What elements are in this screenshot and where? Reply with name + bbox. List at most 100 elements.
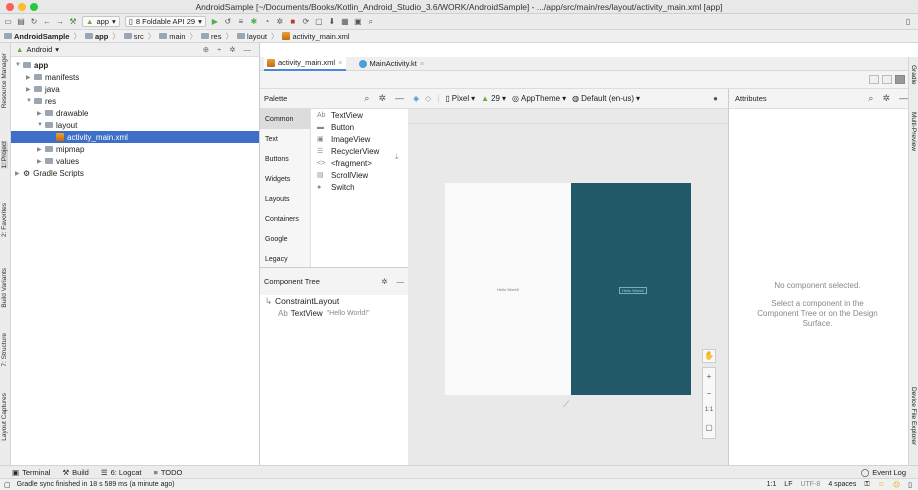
collapse-all-icon[interactable]: ÷: [217, 45, 221, 54]
apply-code-changes-icon[interactable]: ≡: [237, 17, 245, 26]
gear-icon[interactable]: ✲: [229, 45, 235, 54]
design-canvas[interactable]: Hello World! Hello World! ⟋ ✋ + − 1:1 ▢: [408, 109, 728, 465]
tree-item[interactable]: ▼ layout: [11, 119, 259, 131]
blueprint-preview[interactable]: Hello World!: [571, 183, 691, 395]
design-preview[interactable]: Hello World!: [445, 183, 571, 395]
locate-icon[interactable]: ⊕: [203, 45, 209, 54]
chevron-right-icon[interactable]: ▶: [15, 170, 23, 177]
tool-tab-structure[interactable]: 7: Structure: [1, 333, 8, 367]
zoom-actual-button[interactable]: 1:1: [703, 402, 715, 419]
run-config-select[interactable]: ▲ app ▾: [82, 16, 120, 27]
chevron-right-icon[interactable]: ▶: [37, 158, 45, 165]
hide-icon[interactable]: —: [899, 93, 908, 104]
palette-category[interactable]: Buttons: [260, 149, 310, 169]
tool-tab-terminal[interactable]: ▣ Terminal: [12, 468, 50, 477]
close-icon[interactable]: ×: [420, 59, 424, 68]
build-hammer-icon[interactable]: ⚒: [69, 17, 77, 26]
hello-world-text[interactable]: Hello World!: [445, 287, 571, 292]
debug-icon[interactable]: ✱: [250, 17, 258, 26]
more-icon[interactable]: ▯: [904, 17, 912, 26]
open-folder-icon[interactable]: ▭: [4, 17, 12, 26]
palette-item[interactable]: Ab TextView: [311, 109, 408, 121]
breadcrumb-item-src[interactable]: src: [123, 32, 144, 41]
search-icon[interactable]: ⌕: [868, 93, 873, 104]
attach-debugger-icon[interactable]: ✲: [276, 17, 284, 26]
tree-item[interactable]: activity_main.xml: [11, 131, 259, 143]
tool-tab-project[interactable]: 1: Project: [1, 141, 8, 169]
breadcrumb-item-layout[interactable]: layout: [236, 32, 267, 41]
info-icon[interactable]: ●: [713, 94, 718, 103]
breadcrumb-item-file[interactable]: activity_main.xml: [282, 32, 350, 41]
chevron-down-icon[interactable]: ▼: [15, 62, 23, 68]
design-view-icon[interactable]: [895, 75, 905, 84]
breadcrumb-item-res[interactable]: res: [201, 32, 221, 41]
palette-item[interactable]: ▬ Button: [311, 121, 408, 133]
apply-changes-icon[interactable]: ↺: [224, 17, 232, 26]
code-view-icon[interactable]: [869, 75, 879, 84]
indent-setting[interactable]: 4 spaces: [828, 481, 856, 488]
palette-item[interactable]: ▤ ScrollView: [311, 169, 408, 181]
blueprint-icon[interactable]: ◇: [425, 94, 431, 103]
api-dropdown[interactable]: ▲ 29 ▾: [481, 94, 506, 103]
back-icon[interactable]: ←: [43, 17, 51, 26]
design-surface-icon[interactable]: ◈: [413, 94, 419, 103]
tree-node-textview[interactable]: Ab TextView "Hello World!": [260, 307, 408, 319]
stop-icon[interactable]: ■: [289, 17, 297, 26]
locale-dropdown[interactable]: ◍ Default (en-us) ▾: [572, 94, 640, 103]
project-view-select[interactable]: Android: [26, 45, 52, 54]
breadcrumb-item-app[interactable]: app: [84, 32, 108, 41]
chevron-right-icon[interactable]: ▶: [37, 110, 45, 117]
avd-manager-icon[interactable]: ▢: [315, 17, 323, 26]
memory-icon[interactable]: ▯: [908, 481, 912, 489]
search-icon[interactable]: ⌕: [364, 93, 369, 104]
palette-category[interactable]: Containers: [260, 209, 310, 229]
tree-node-constraint-layout[interactable]: ↳ ConstraintLayout: [260, 295, 408, 307]
hide-icon[interactable]: —: [395, 93, 404, 104]
palette-category[interactable]: Legacy: [260, 249, 310, 269]
tool-tab-build[interactable]: ⚒ Build: [62, 468, 88, 477]
tab-main-activity-kt[interactable]: MainActivity.kt ×: [356, 57, 428, 71]
gradle-sync-icon[interactable]: ⟳: [302, 17, 310, 26]
smiley-icon[interactable]: ☺: [878, 481, 885, 488]
hide-icon[interactable]: —: [244, 45, 252, 54]
theme-dropdown[interactable]: ◎ AppTheme ▾: [512, 94, 566, 103]
close-icon[interactable]: ×: [338, 58, 342, 67]
chevron-right-icon[interactable]: ▶: [26, 86, 34, 93]
device-select[interactable]: ▯ 8 Foldable API 29 ▾: [124, 16, 206, 27]
tree-item[interactable]: ▼ res: [11, 95, 259, 107]
tool-tab-build-variants[interactable]: Build Variants: [1, 268, 8, 308]
project-structure-icon[interactable]: ▦: [341, 17, 349, 26]
chevron-down-icon[interactable]: ▼: [26, 98, 34, 104]
chevron-right-icon[interactable]: ▶: [37, 146, 45, 153]
hide-icon[interactable]: —: [397, 277, 405, 286]
tree-item[interactable]: ▶ ⚙ Gradle Scripts: [11, 167, 259, 179]
breadcrumb-item-main[interactable]: main: [159, 32, 186, 41]
gear-icon[interactable]: ✲: [381, 277, 387, 286]
caret-position[interactable]: 1:1: [767, 481, 777, 488]
tab-activity-main-xml[interactable]: activity_main.xml ×: [264, 56, 346, 71]
layout-inspector-icon[interactable]: ▣: [354, 17, 362, 26]
forward-icon[interactable]: →: [56, 17, 64, 26]
hello-world-blueprint[interactable]: Hello World!: [619, 287, 647, 294]
chevron-right-icon[interactable]: ▶: [26, 74, 34, 81]
resize-handle-icon[interactable]: ⟋: [563, 399, 569, 410]
sad-face-icon[interactable]: ☹: [893, 481, 900, 489]
palette-category[interactable]: Widgets: [260, 169, 310, 189]
zoom-fit-icon[interactable]: ▢: [703, 419, 715, 436]
tool-tab-event-log[interactable]: ◯ Event Log: [861, 468, 906, 477]
palette-item[interactable]: ▣ ImageView: [311, 133, 408, 145]
gear-icon[interactable]: ✲: [882, 93, 890, 104]
status-message[interactable]: Gradle sync finished in 18 s 589 ms (a m…: [17, 481, 175, 488]
tree-item[interactable]: ▶ drawable: [11, 107, 259, 119]
tree-item[interactable]: ▶ values: [11, 155, 259, 167]
palette-item[interactable]: ☰ RecyclerView: [311, 145, 408, 157]
zoom-out-icon[interactable]: −: [703, 385, 715, 402]
profile-icon[interactable]: ◔: [263, 17, 271, 26]
tree-item[interactable]: ▶ manifests: [11, 71, 259, 83]
gear-icon[interactable]: ✲: [378, 93, 386, 104]
palette-item[interactable]: ● Switch: [311, 181, 408, 193]
palette-category[interactable]: Common: [260, 109, 310, 129]
status-panel-icon[interactable]: ▢: [4, 481, 11, 489]
save-icon[interactable]: ▤: [17, 17, 25, 26]
device-dropdown[interactable]: ▯ Pixel ▾: [445, 94, 475, 103]
